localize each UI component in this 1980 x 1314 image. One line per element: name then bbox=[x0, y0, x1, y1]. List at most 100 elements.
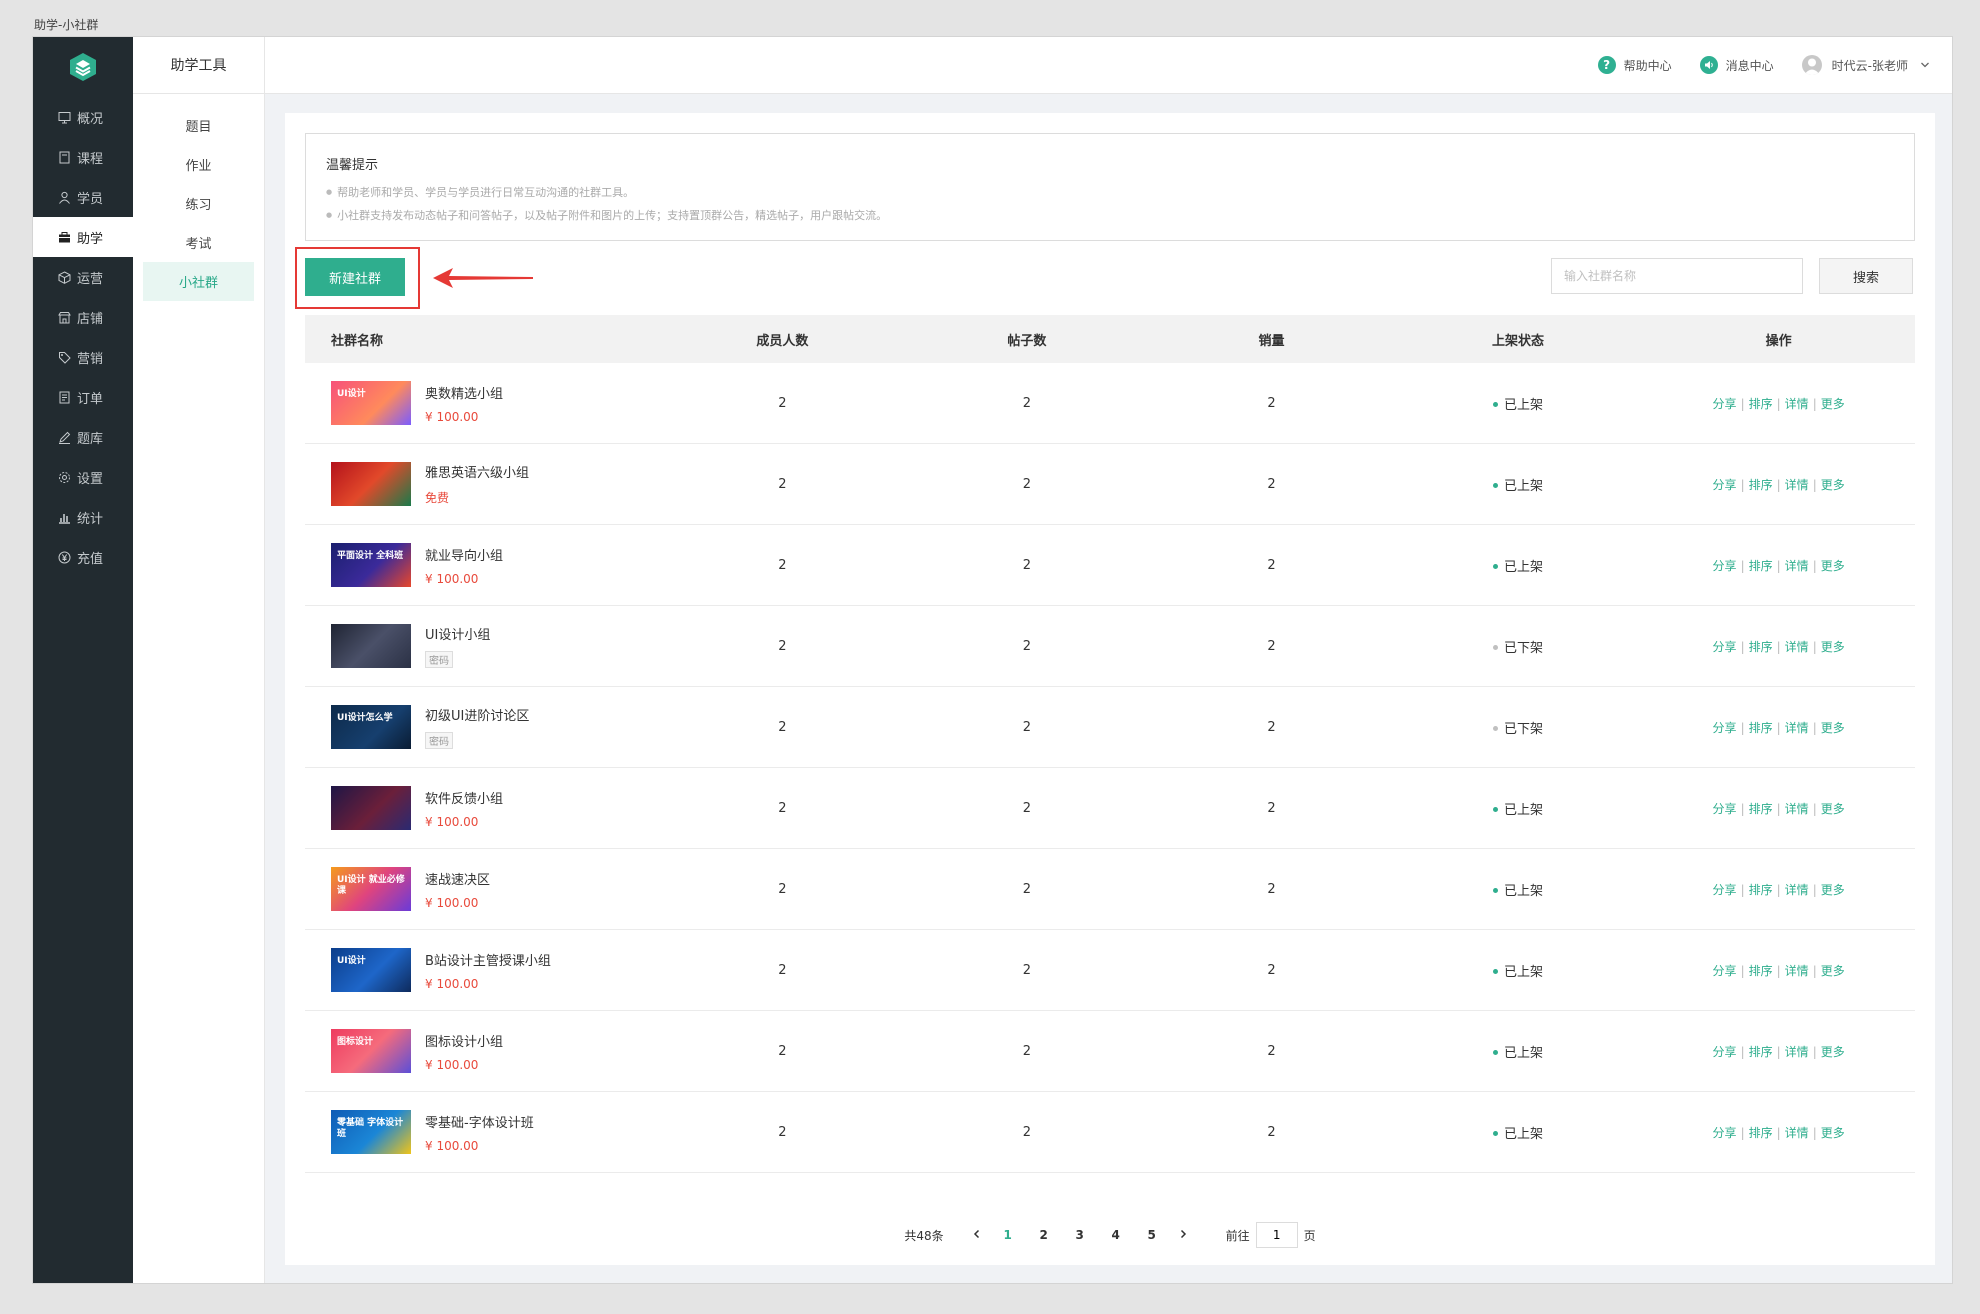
row-action-link[interactable]: 详情 bbox=[1785, 559, 1809, 573]
community-thumbnail[interactable]: UI设计怎么学 bbox=[331, 705, 411, 749]
row-action-link[interactable]: 更多 bbox=[1821, 1126, 1845, 1140]
chevron-right-icon[interactable] bbox=[1170, 1227, 1196, 1243]
row-action-link[interactable]: 排序 bbox=[1749, 721, 1773, 735]
page-number[interactable]: 4 bbox=[1101, 1228, 1131, 1242]
create-community-button[interactable]: 新建社群 bbox=[305, 258, 405, 296]
row-action-link[interactable]: 排序 bbox=[1749, 802, 1773, 816]
community-thumbnail[interactable]: 平面设计 全科班 bbox=[331, 543, 411, 587]
sidebar-item[interactable]: 概况 bbox=[33, 97, 133, 137]
sidebar-item[interactable]: 设置 bbox=[33, 457, 133, 497]
help-center-link[interactable]: ? 帮助中心 bbox=[1597, 56, 1672, 74]
sidebar-item[interactable]: 店铺 bbox=[33, 297, 133, 337]
user-menu[interactable]: 时代云-张老师 bbox=[1801, 55, 1930, 75]
sidebar-item[interactable]: 营销 bbox=[33, 337, 133, 377]
community-thumbnail[interactable] bbox=[331, 786, 411, 830]
row-action-link[interactable]: 排序 bbox=[1749, 478, 1773, 492]
row-action-link[interactable]: 分享 bbox=[1713, 1126, 1737, 1140]
submenu-item[interactable]: 练习 bbox=[143, 184, 254, 223]
store-icon bbox=[57, 310, 71, 324]
submenu-item[interactable]: 作业 bbox=[143, 145, 254, 184]
row-action-link[interactable]: 详情 bbox=[1785, 802, 1809, 816]
row-action-link[interactable]: 详情 bbox=[1785, 883, 1809, 897]
app-logo[interactable] bbox=[33, 37, 133, 97]
row-action-link[interactable]: 分享 bbox=[1713, 397, 1737, 411]
community-thumbnail[interactable]: 图标设计 bbox=[331, 1029, 411, 1073]
community-thumbnail[interactable] bbox=[331, 462, 411, 506]
row-action-link[interactable]: 分享 bbox=[1713, 640, 1737, 654]
row-title[interactable]: 奥数精选小组 bbox=[425, 383, 503, 402]
row-action-link[interactable]: 详情 bbox=[1785, 397, 1809, 411]
row-action-link[interactable]: 更多 bbox=[1821, 559, 1845, 573]
sidebar-item[interactable]: 题库 bbox=[33, 417, 133, 457]
row-action-link[interactable]: 排序 bbox=[1749, 640, 1773, 654]
submenu-item[interactable]: 题目 bbox=[143, 106, 254, 145]
row-action-link[interactable]: 分享 bbox=[1713, 478, 1737, 492]
row-action-link[interactable]: 更多 bbox=[1821, 802, 1845, 816]
row-action-link[interactable]: 排序 bbox=[1749, 559, 1773, 573]
row-action-link[interactable]: 排序 bbox=[1749, 1126, 1773, 1140]
row-title[interactable]: UI设计小组 bbox=[425, 624, 490, 643]
row-title[interactable]: 就业导向小组 bbox=[425, 545, 503, 564]
community-thumbnail[interactable]: UI设计 bbox=[331, 948, 411, 992]
row-title[interactable]: 速战速决区 bbox=[425, 869, 490, 888]
row-action-link[interactable]: 更多 bbox=[1821, 1045, 1845, 1059]
row-action-link[interactable]: 详情 bbox=[1785, 1045, 1809, 1059]
row-action-link[interactable]: 排序 bbox=[1749, 964, 1773, 978]
row-action-link[interactable]: 更多 bbox=[1821, 883, 1845, 897]
row-title[interactable]: 图标设计小组 bbox=[425, 1031, 503, 1050]
goto-page-input[interactable] bbox=[1255, 1222, 1298, 1248]
submenu-item[interactable]: 考试 bbox=[143, 223, 254, 262]
row-title[interactable]: 雅思英语六级小组 bbox=[425, 462, 529, 481]
row-title[interactable]: 零基础-字体设计班 bbox=[425, 1112, 534, 1131]
page-number[interactable]: 3 bbox=[1065, 1228, 1095, 1242]
op-separator: | bbox=[1776, 396, 1781, 411]
password-tag: 密码 bbox=[425, 732, 453, 749]
row-title[interactable]: 初级UI进阶讨论区 bbox=[425, 705, 529, 724]
thumbnail-caption: 图标设计 bbox=[337, 1037, 374, 1047]
row-action-link[interactable]: 分享 bbox=[1713, 1045, 1737, 1059]
community-thumbnail[interactable] bbox=[331, 624, 411, 668]
speaker-icon bbox=[1699, 56, 1718, 74]
row-action-link[interactable]: 排序 bbox=[1749, 883, 1773, 897]
search-button[interactable]: 搜索 bbox=[1819, 258, 1913, 294]
community-thumbnail[interactable]: UI设计 bbox=[331, 381, 411, 425]
sidebar-item[interactable]: 助学 bbox=[33, 217, 133, 257]
row-action-link[interactable]: 分享 bbox=[1713, 802, 1737, 816]
row-name-cell: 零基础 字体设计班 零基础-字体设计班 ¥ 100.00 bbox=[305, 1110, 660, 1154]
row-action-link[interactable]: 排序 bbox=[1749, 397, 1773, 411]
sidebar-item[interactable]: 运营 bbox=[33, 257, 133, 297]
row-action-link[interactable]: 详情 bbox=[1785, 1126, 1809, 1140]
row-title[interactable]: 软件反馈小组 bbox=[425, 788, 503, 807]
chevron-left-icon[interactable] bbox=[964, 1227, 990, 1243]
row-members: 2 bbox=[778, 800, 787, 816]
page-number[interactable]: 5 bbox=[1137, 1228, 1167, 1242]
row-action-link[interactable]: 分享 bbox=[1713, 721, 1737, 735]
row-action-link[interactable]: 更多 bbox=[1821, 397, 1845, 411]
community-thumbnail[interactable]: UI设计 就业必修课 bbox=[331, 867, 411, 911]
row-action-link[interactable]: 分享 bbox=[1713, 559, 1737, 573]
search-input[interactable] bbox=[1551, 258, 1803, 294]
sidebar-item[interactable]: 统计 bbox=[33, 497, 133, 537]
sidebar-item[interactable]: 课程 bbox=[33, 137, 133, 177]
page-number[interactable]: 1 bbox=[993, 1228, 1023, 1242]
row-action-link[interactable]: 更多 bbox=[1821, 640, 1845, 654]
row-title[interactable]: B站设计主管授课小组 bbox=[425, 950, 551, 969]
row-action-link[interactable]: 排序 bbox=[1749, 1045, 1773, 1059]
message-center-link[interactable]: 消息中心 bbox=[1699, 56, 1774, 74]
row-action-link[interactable]: 分享 bbox=[1713, 883, 1737, 897]
row-action-link[interactable]: 详情 bbox=[1785, 721, 1809, 735]
page-number[interactable]: 2 bbox=[1029, 1228, 1059, 1242]
op-separator: | bbox=[1812, 882, 1817, 897]
submenu-item[interactable]: 小社群 bbox=[143, 262, 254, 301]
row-action-link[interactable]: 更多 bbox=[1821, 964, 1845, 978]
row-action-link[interactable]: 分享 bbox=[1713, 964, 1737, 978]
row-action-link[interactable]: 详情 bbox=[1785, 640, 1809, 654]
community-thumbnail[interactable]: 零基础 字体设计班 bbox=[331, 1110, 411, 1154]
row-action-link[interactable]: 更多 bbox=[1821, 721, 1845, 735]
row-action-link[interactable]: 详情 bbox=[1785, 478, 1809, 492]
sidebar-item[interactable]: 学员 bbox=[33, 177, 133, 217]
row-action-link[interactable]: 更多 bbox=[1821, 478, 1845, 492]
sidebar-item[interactable]: 充值 bbox=[33, 537, 133, 577]
sidebar-item[interactable]: 订单 bbox=[33, 377, 133, 417]
row-action-link[interactable]: 详情 bbox=[1785, 964, 1809, 978]
